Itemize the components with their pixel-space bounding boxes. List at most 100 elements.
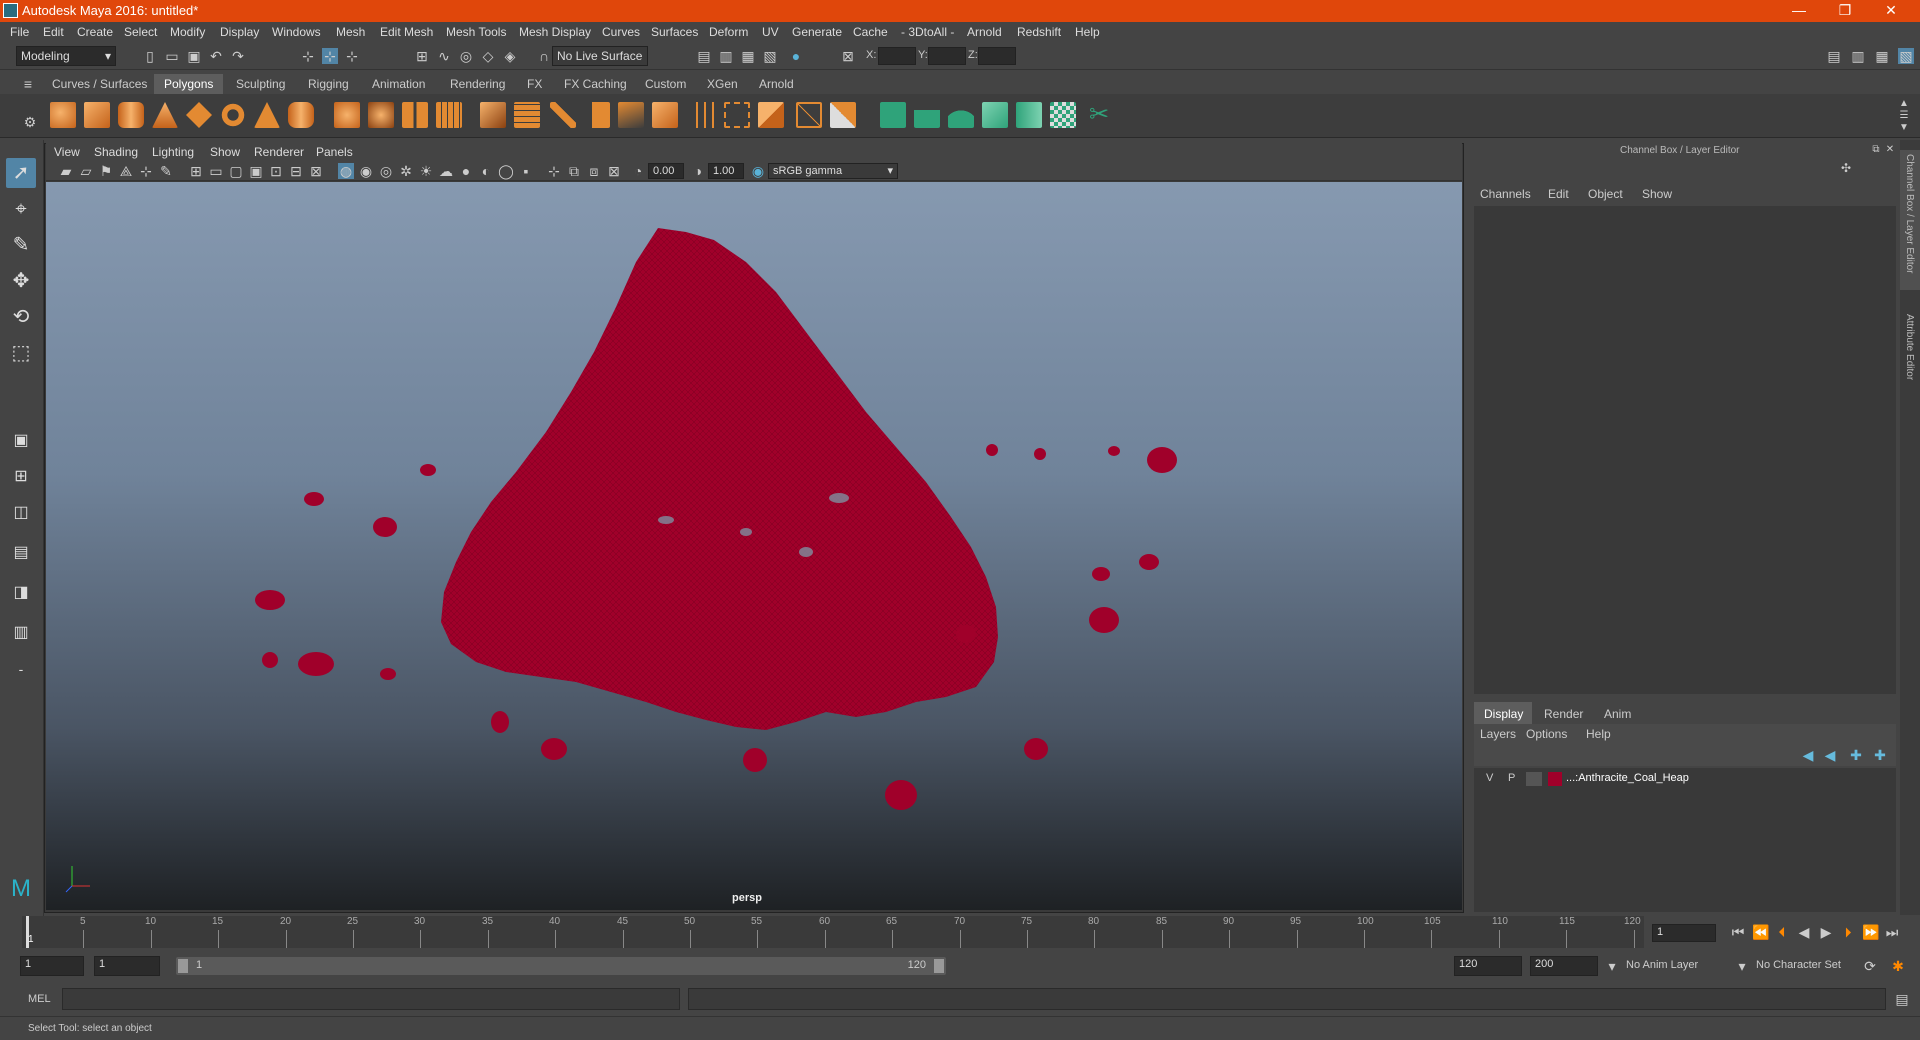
- bookmark-icon[interactable]: ⚑: [98, 163, 114, 179]
- tab-arnold[interactable]: Arnold: [749, 74, 804, 94]
- command-input[interactable]: [62, 988, 680, 1010]
- vp-menu-view[interactable]: View: [54, 145, 80, 159]
- menu-mesh[interactable]: Mesh: [336, 25, 365, 39]
- uv-editor-icon[interactable]: [1050, 102, 1076, 128]
- spherical-mapping-icon[interactable]: [948, 102, 974, 128]
- insert-edge-loop-icon[interactable]: [724, 102, 750, 128]
- persp-graph-layout-icon[interactable]: ◫: [6, 498, 36, 528]
- persp-outliner-layout-icon[interactable]: ▤: [6, 538, 36, 568]
- single-perspective-layout-icon[interactable]: ▣: [6, 426, 36, 456]
- time-slider[interactable]: 1 5 10 15 20 25 30 35 40 45 50 55 60 65 …: [0, 916, 1920, 950]
- average-vertices-icon[interactable]: [514, 102, 540, 128]
- menu-display[interactable]: Display: [220, 25, 259, 39]
- poly-cone-icon[interactable]: [152, 102, 178, 128]
- side-tab-channel-box[interactable]: Channel Box / Layer Editor: [1900, 150, 1920, 290]
- vp-menu-panels[interactable]: Panels: [316, 145, 353, 159]
- isolate-select-icon[interactable]: ⊹: [546, 163, 562, 179]
- menu-uv[interactable]: UV: [762, 25, 779, 39]
- 2d-pan-zoom-icon[interactable]: ⊹: [138, 163, 154, 179]
- minimize-button[interactable]: —: [1776, 0, 1822, 22]
- mel-label[interactable]: MEL: [28, 993, 51, 1005]
- range-slider[interactable]: 1 120: [176, 957, 946, 975]
- shelf-menu-icon[interactable]: ≡: [20, 76, 36, 92]
- tab-polygons[interactable]: Polygons: [154, 74, 224, 94]
- live-surface-field[interactable]: No Live Surface: [552, 46, 648, 66]
- menu-edit-mesh[interactable]: Edit Mesh: [380, 25, 433, 39]
- motion-blur-icon[interactable]: ◐: [478, 163, 494, 179]
- new-empty-layer-icon[interactable]: ✚: [1848, 747, 1864, 763]
- go-to-end-icon[interactable]: ⏭: [1884, 924, 1900, 940]
- restore-button[interactable]: ❐: [1822, 0, 1868, 22]
- gamma-field[interactable]: 1.00: [708, 163, 744, 179]
- anti-aliasing-icon[interactable]: ◯: [498, 163, 514, 179]
- cb-menu-show[interactable]: Show: [1642, 187, 1672, 201]
- render-settings-icon[interactable]: ▧: [762, 48, 778, 64]
- planar-mapping-icon[interactable]: [880, 102, 906, 128]
- camera-icon[interactable]: ▰: [58, 163, 74, 179]
- snap-point-icon[interactable]: ◎: [458, 48, 474, 64]
- append-polygon-icon[interactable]: [652, 102, 678, 128]
- color-management-icon[interactable]: ◉: [750, 163, 766, 179]
- side-tab-attribute-editor[interactable]: Attribute Editor: [1900, 310, 1920, 400]
- smooth-shade-icon[interactable]: ◉: [358, 163, 374, 179]
- menu-redshift[interactable]: Redshift: [1017, 25, 1061, 39]
- bridge-icon[interactable]: [550, 102, 576, 128]
- cylindrical-mapping-icon[interactable]: [914, 102, 940, 128]
- cut-uv-icon[interactable]: ✂: [1086, 102, 1112, 128]
- camera-attributes-icon[interactable]: ▱: [78, 163, 94, 179]
- anim-layer-dropdown[interactable]: No Anim Layer: [1620, 956, 1736, 976]
- y-field[interactable]: [928, 47, 966, 65]
- field-chart-icon[interactable]: ⊡: [268, 163, 284, 179]
- z-field[interactable]: [978, 47, 1016, 65]
- step-back-frame-icon[interactable]: ⏪: [1752, 924, 1769, 940]
- move-layer-down-icon[interactable]: ◀: [1822, 747, 1838, 763]
- step-back-key-icon[interactable]: ⏴: [1774, 924, 1790, 940]
- vp-menu-show[interactable]: Show: [210, 145, 240, 159]
- outliner-persp-layout-icon[interactable]: ◨: [6, 578, 36, 608]
- film-gate-icon[interactable]: ▭: [208, 163, 224, 179]
- vp-menu-renderer[interactable]: Renderer: [254, 145, 304, 159]
- menu-edit[interactable]: Edit: [43, 25, 64, 39]
- grid-icon[interactable]: ⊞: [188, 163, 204, 179]
- paint-select-tool-icon[interactable]: ✎: [6, 230, 36, 260]
- gamma-icon[interactable]: ◑: [690, 163, 706, 179]
- gate-mask-icon[interactable]: ▣: [248, 163, 264, 179]
- tool-settings-icon[interactable]: ▦: [1874, 48, 1890, 64]
- tab-rendering[interactable]: Rendering: [440, 74, 515, 94]
- grease-pencil-icon[interactable]: ✎: [158, 163, 174, 179]
- range-start-handle[interactable]: [178, 959, 188, 973]
- xray-joints-icon[interactable]: ⧈: [586, 163, 602, 179]
- playback-start-field[interactable]: 1: [94, 956, 160, 976]
- menu-select[interactable]: Select: [124, 25, 157, 39]
- lasso-tool-icon[interactable]: ⌖: [6, 194, 36, 224]
- layer-row[interactable]: V P ...:Anthracite_Coal_Heap: [1474, 770, 1896, 788]
- render-frame-icon[interactable]: ▥: [718, 48, 734, 64]
- automatic-mapping-icon[interactable]: [982, 102, 1008, 128]
- playback-end-field[interactable]: 120: [1454, 956, 1522, 976]
- poly-pipe-icon[interactable]: [288, 102, 314, 128]
- tab-sculpting[interactable]: Sculpting: [226, 74, 295, 94]
- combine-icon[interactable]: [334, 102, 360, 128]
- xray-components-icon[interactable]: ⊠: [606, 163, 622, 179]
- booleans-icon[interactable]: [480, 102, 506, 128]
- select-tool-icon[interactable]: ➚: [6, 158, 36, 188]
- step-forward-frame-icon[interactable]: ⏩: [1862, 924, 1879, 940]
- close-button[interactable]: ✕: [1868, 0, 1914, 22]
- wireframe-icon[interactable]: ◍: [338, 163, 354, 179]
- tab-animation[interactable]: Animation: [362, 74, 435, 94]
- menu-arnold[interactable]: Arnold: [967, 25, 1002, 39]
- tab-xgen[interactable]: XGen: [697, 74, 748, 94]
- multi-cut-icon[interactable]: [690, 102, 716, 128]
- smooth-icon[interactable]: [436, 102, 462, 128]
- attribute-editor-icon[interactable]: ▥: [1850, 48, 1866, 64]
- textured-icon[interactable]: ✲: [398, 163, 414, 179]
- le-menu-options[interactable]: Options: [1526, 727, 1567, 741]
- time-slider-track[interactable]: 1 5 10 15 20 25 30 35 40 45 50 55 60 65 …: [22, 916, 1644, 948]
- extrude-icon[interactable]: [584, 102, 610, 128]
- menu-windows[interactable]: Windows: [272, 25, 321, 39]
- offset-edge-loop-icon[interactable]: [758, 102, 784, 128]
- tab-custom[interactable]: Custom: [635, 74, 696, 94]
- extract-icon[interactable]: [402, 102, 428, 128]
- poly-plane-icon[interactable]: [186, 102, 212, 128]
- fill-hole-icon[interactable]: [796, 102, 822, 128]
